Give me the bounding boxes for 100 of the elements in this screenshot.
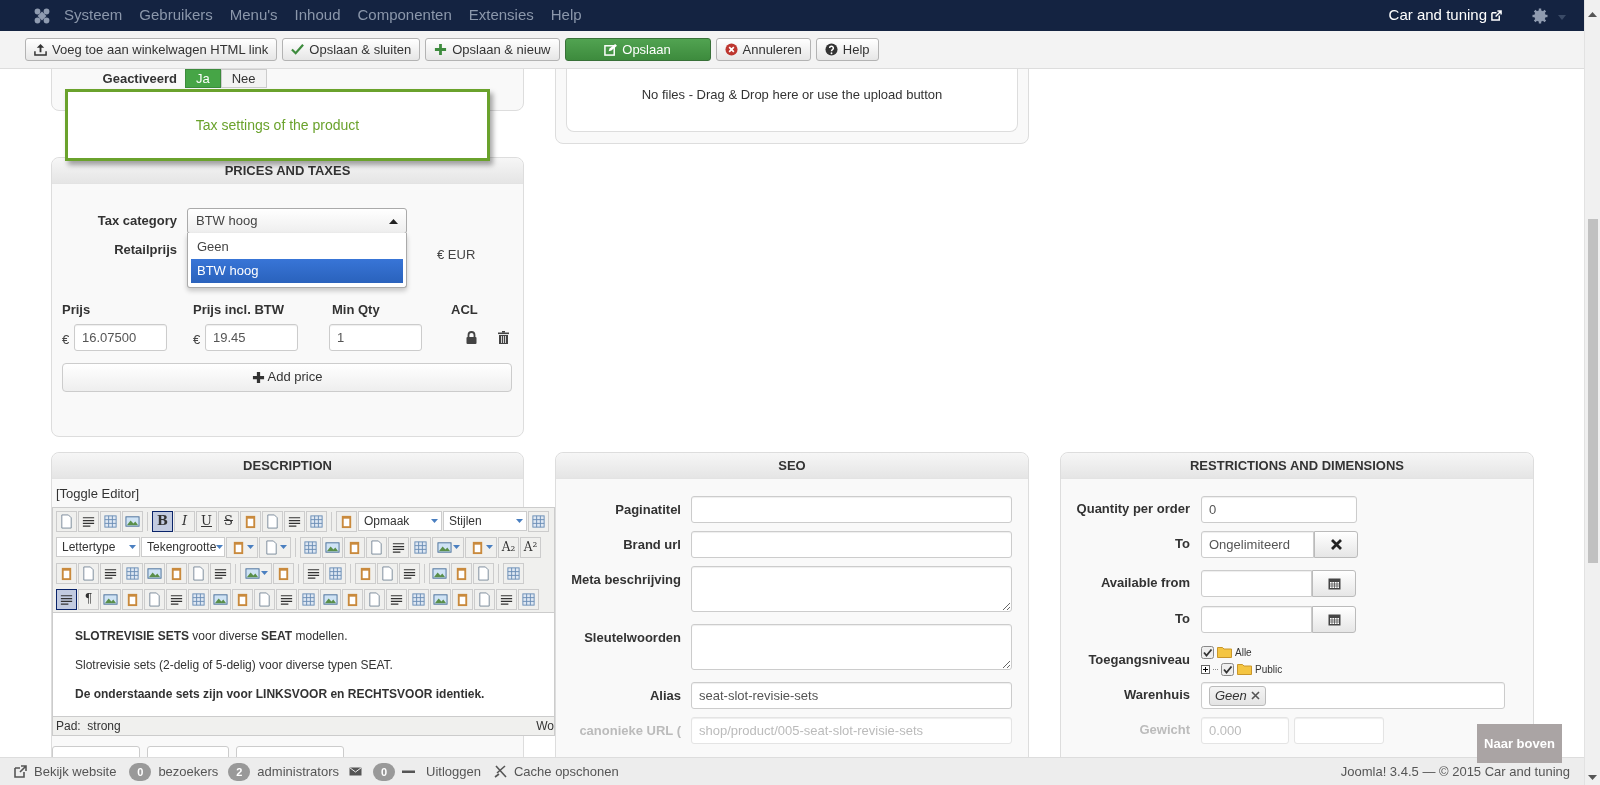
document-icon [263, 539, 279, 555]
logo-icon[interactable] [33, 6, 51, 25]
input-field[interactable]: 0 [1201, 496, 1357, 523]
dropdown-option[interactable]: BTW hoog [191, 259, 403, 283]
currency-label: € EUR [437, 246, 476, 262]
price-incl-field[interactable]: 19.45 [205, 323, 298, 351]
view-site-link[interactable]: Bekijk website [34, 761, 117, 782]
scrollbar[interactable] [1584, 0, 1600, 785]
toolbar-dropdown[interactable]: Lettertype [56, 537, 140, 557]
external-link-icon[interactable] [14, 765, 27, 778]
close-icon [1329, 538, 1343, 551]
trash-icon[interactable] [498, 330, 509, 344]
toolbar-button[interactable]: A² [520, 536, 541, 558]
menu-item[interactable]: Gebruikers [139, 4, 213, 27]
menu-item[interactable]: Menu's [229, 4, 278, 27]
date-field[interactable] [1201, 606, 1312, 633]
menu-item[interactable]: Help [550, 4, 582, 27]
count-badge: 0 [373, 762, 395, 781]
clipboard-icon [276, 565, 291, 581]
checkbox[interactable] [1221, 662, 1234, 676]
save-new-button[interactable]: Opslaan & nieuw [425, 38, 560, 61]
caret-icon [516, 519, 523, 523]
document-icon [147, 591, 162, 607]
input-field[interactable] [691, 496, 1012, 523]
clipboard-icon [169, 565, 184, 581]
plus-icon [251, 370, 265, 384]
underline-button[interactable]: U [196, 510, 217, 532]
column-header: Min Qty [332, 301, 381, 319]
price-field[interactable]: 16.07500 [74, 323, 167, 351]
menu-item[interactable]: Extensies [468, 4, 534, 27]
toggle-editor-link[interactable]: [Toggle Editor] [56, 486, 140, 502]
clipboard-icon [59, 565, 74, 581]
menu-item[interactable]: Systeem [64, 4, 123, 27]
mail-icon[interactable] [349, 765, 362, 778]
upload-button[interactable]: Voeg toe aan winkelwagen HTML link [25, 38, 278, 61]
tree-item-label[interactable]: Public [1255, 661, 1283, 677]
scroll-down-icon[interactable] [1588, 775, 1597, 780]
scroll-up-icon[interactable] [1588, 12, 1597, 17]
paragraph: SLOTREVISIE SETS voor diverse SEAT modellen. [75, 628, 349, 644]
toolbar-button[interactable]: A₂ [498, 536, 519, 558]
menu-item[interactable]: Inhoud [294, 4, 341, 27]
expand-icon[interactable] [1201, 664, 1210, 674]
cancel-button[interactable]: Annuleren [715, 38, 811, 61]
field-label: Sleutelwoorden [583, 629, 681, 647]
tag-field[interactable]: Geen [1201, 682, 1505, 709]
settings-icon[interactable] [1532, 7, 1548, 24]
help-button[interactable]: Help [815, 38, 879, 61]
bold-button[interactable]: B [152, 510, 173, 532]
grid-icon [521, 591, 536, 607]
input-field[interactable]: Ongelimiteerd [1201, 531, 1314, 558]
caret-icon [129, 545, 136, 549]
scrollbar-thumb[interactable] [1587, 219, 1598, 563]
image-icon [244, 565, 260, 581]
save-button[interactable]: Opslaan [564, 38, 711, 61]
toolbar-button[interactable] [56, 588, 77, 610]
image-icon [147, 565, 162, 581]
calendar-button[interactable] [1312, 606, 1356, 633]
caret-icon [279, 545, 287, 549]
date-field[interactable] [1201, 570, 1312, 597]
image-icon [436, 539, 452, 555]
document-icon [369, 539, 384, 555]
clear-cache-link[interactable]: Cache opschonen [513, 761, 619, 782]
document-icon [476, 565, 491, 581]
cross-icon[interactable] [493, 765, 507, 778]
toolbar-dropdown[interactable]: Opmaak [358, 511, 442, 531]
toggle-option[interactable]: Nee [220, 69, 267, 89]
add-price-button[interactable]: Add price [62, 362, 512, 392]
tree-item-label[interactable]: Alle [1235, 644, 1252, 660]
document-icon [191, 565, 206, 581]
min-qty-field[interactable]: 1 [329, 323, 422, 351]
save-close-button[interactable]: Opslaan & sluiten [282, 38, 421, 61]
clear-button[interactable] [1314, 531, 1358, 558]
caret-icon[interactable] [1558, 15, 1566, 20]
toolbar-dropdown[interactable]: Stijlen [443, 511, 527, 531]
menu-item[interactable]: Componenten [357, 4, 452, 27]
lock-icon[interactable] [466, 330, 477, 344]
site-link[interactable]: Car and tuning [1388, 4, 1502, 27]
logout-link[interactable]: Uitloggen [426, 761, 481, 782]
checkbox[interactable] [1201, 645, 1214, 659]
field-label: Paginatitel [614, 501, 681, 519]
field-label: Brand url [622, 536, 681, 554]
toolbar-button[interactable]: ¶ [78, 588, 99, 610]
toolbar-dropdown[interactable]: Tekengrootte [141, 537, 225, 557]
status-text: bezoekers [158, 762, 219, 781]
strike-button[interactable]: S [218, 510, 239, 532]
field-label: Alias [648, 687, 681, 705]
text-area[interactable] [691, 624, 1012, 670]
tag[interactable]: Geen [1209, 685, 1266, 706]
dropdown-option[interactable]: Geen [191, 235, 403, 259]
plus-icon [434, 43, 448, 56]
remove-icon[interactable] [1250, 691, 1260, 700]
text-area[interactable] [691, 566, 1012, 612]
folder-icon [1217, 646, 1232, 658]
calendar-button[interactable] [1312, 570, 1356, 597]
external-link-icon [1491, 10, 1502, 21]
input-field[interactable] [691, 531, 1012, 558]
italic-button[interactable]: I [174, 510, 195, 532]
drop-zone[interactable]: No files - Drag & Drop here or use the upload button [566, 69, 1018, 132]
input-field[interactable]: seat-slot-revisie-sets [691, 682, 1012, 709]
field-label: To [1174, 610, 1190, 628]
